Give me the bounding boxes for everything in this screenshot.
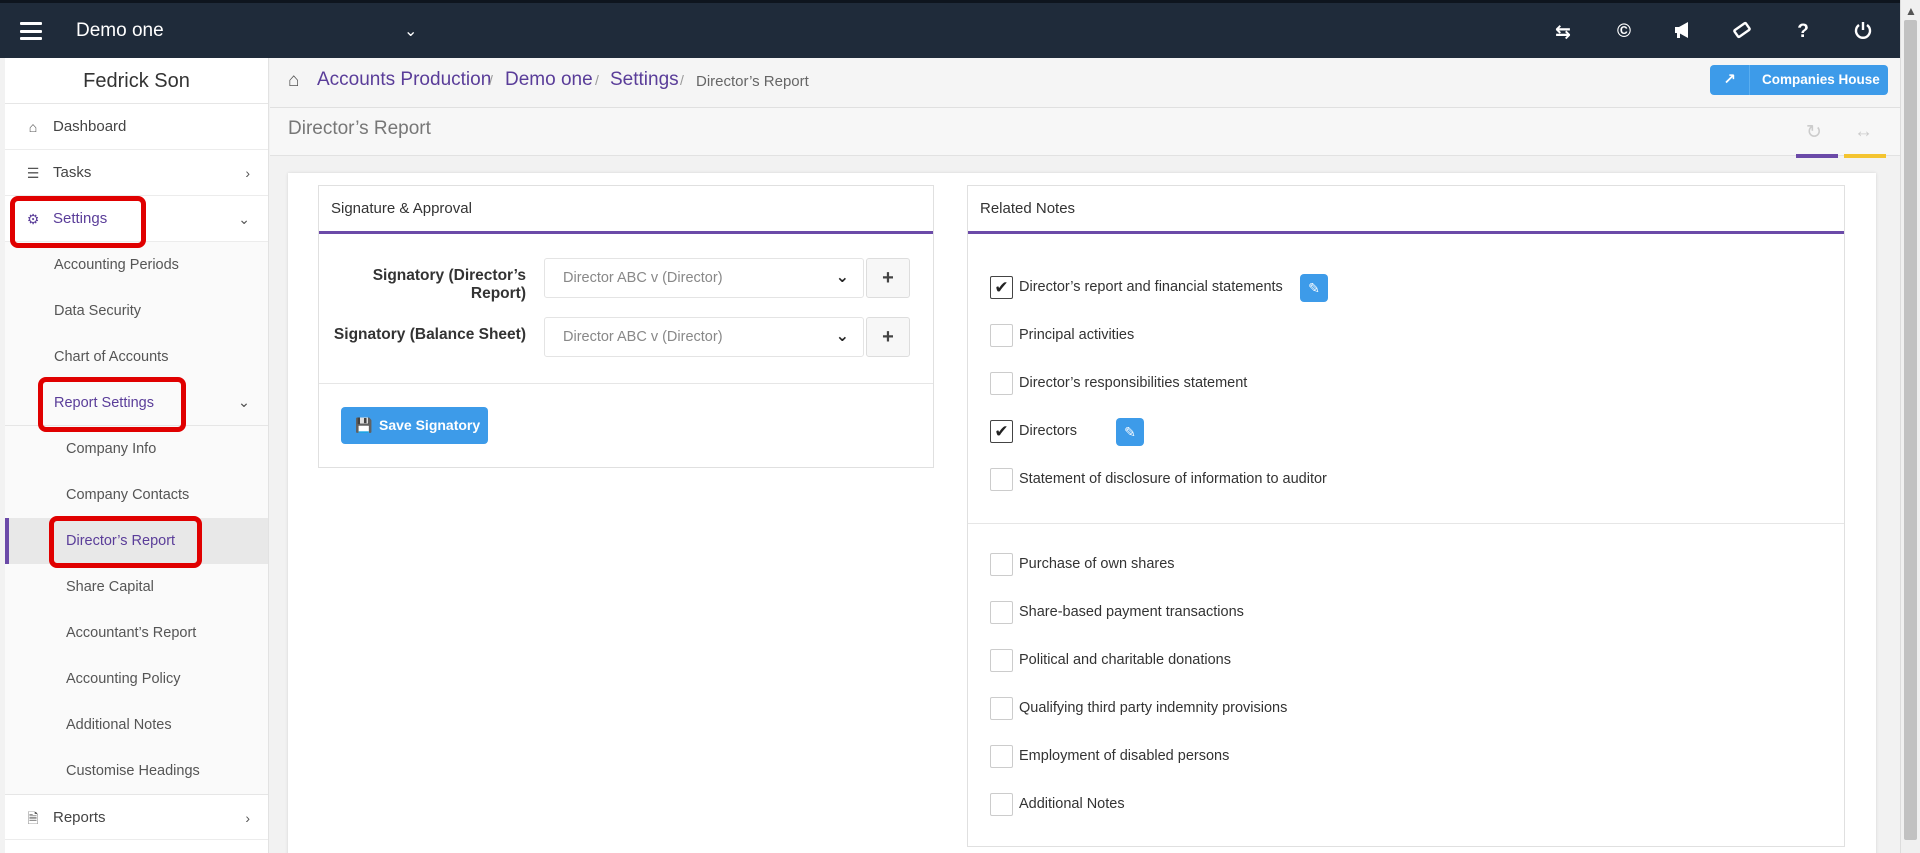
breadcrumb-separator: / <box>489 72 493 88</box>
sidebar-item-reports[interactable]: 🗎 Reports › <box>5 794 268 840</box>
companies-house-button[interactable]: ↗ Companies House <box>1710 65 1888 95</box>
checkbox[interactable] <box>990 553 1013 576</box>
page-title: Director’s Report <box>288 118 431 139</box>
external-link-icon: ↗ <box>1710 65 1750 95</box>
breadcrumb-settings[interactable]: Settings <box>610 69 679 91</box>
tasks-icon: ☰ <box>26 165 40 181</box>
select-value: Director ABC v (Director) <box>563 329 723 345</box>
chevron-right-icon: › <box>245 810 250 826</box>
sidebar-item-label: Settings <box>53 210 108 227</box>
signatory-directors-report-select[interactable]: Director ABC v (Director) ⌄ <box>544 258 864 298</box>
sidebar-item-chart-of-accounts[interactable]: Chart of Accounts <box>5 334 268 380</box>
tab-indicator-purple <box>1796 154 1838 158</box>
sidebar-item-directors-report[interactable]: Director’s Report <box>5 518 268 564</box>
sidebar-item-accounting-policy[interactable]: Accounting Policy <box>5 656 268 702</box>
chevron-down-icon: ⌄ <box>237 395 250 411</box>
checkbox[interactable] <box>990 372 1013 395</box>
transfer-icon[interactable]: ⇆ <box>1550 21 1576 44</box>
page-scrollbar[interactable]: ▲ <box>1900 0 1920 853</box>
sidebar-item-customise-headings[interactable]: Customise Headings <box>5 748 268 794</box>
checkbox[interactable] <box>990 649 1013 672</box>
edit-icon[interactable]: ✎ <box>1300 274 1328 302</box>
breadcrumb: ⌂ Accounts Production / Demo one / Setti… <box>270 58 1900 108</box>
panel-title: Signature & Approval <box>319 186 933 234</box>
chevron-right-icon: › <box>245 165 250 181</box>
sidebar-item-label: Report Settings <box>54 395 154 411</box>
refresh-icon[interactable]: ↻ <box>1806 121 1822 144</box>
sidebar-item-tasks[interactable]: ☰ Tasks › <box>5 150 268 196</box>
select-value: Director ABC v (Director) <box>563 270 723 286</box>
help-icon[interactable]: ? <box>1790 21 1816 43</box>
menu-icon[interactable] <box>20 22 42 40</box>
sidebar-item-share-capital[interactable]: Share Capital <box>5 564 268 610</box>
sidebar-item-label: Dashboard <box>53 118 127 135</box>
checkbox[interactable] <box>990 745 1013 768</box>
breadcrumb-separator: / <box>680 72 684 88</box>
add-signatory-button[interactable]: + <box>866 258 910 298</box>
signatory-directors-report-label: Signatory (Director’s Report) <box>372 267 526 302</box>
megaphone-icon[interactable] <box>1670 21 1696 45</box>
save-icon: 💾 <box>355 417 373 433</box>
sidebar: Fedrick Son ⌂ Dashboard ☰ Tasks › ⚙ Sett… <box>5 58 269 853</box>
scroll-up-icon[interactable]: ▲ <box>1905 4 1917 18</box>
breadcrumb-demo-one[interactable]: Demo one <box>505 69 593 91</box>
document-icon: 🗎 <box>27 810 39 826</box>
sidebar-item-settings[interactable]: ⚙ Settings ⌄ <box>5 196 268 242</box>
copyright-icon[interactable]: © <box>1611 21 1637 43</box>
signatory-balance-sheet-select[interactable]: Director ABC v (Director) ⌄ <box>544 317 864 357</box>
sidebar-item-data-security[interactable]: Data Security <box>5 288 268 334</box>
expand-icon[interactable]: ↔ <box>1854 121 1873 143</box>
signatory-balance-sheet-label: Signatory (Balance Sheet) <box>333 326 526 343</box>
chevron-down-icon: ⌄ <box>835 269 849 286</box>
power-icon[interactable] <box>1850 21 1876 45</box>
add-signatory-button[interactable]: + <box>866 317 910 357</box>
sidebar-item-report-settings[interactable]: Report Settings ⌄ <box>5 380 268 426</box>
breadcrumb-current: Director’s Report <box>696 73 809 90</box>
checkbox[interactable] <box>990 468 1013 491</box>
page-header: Director’s Report ↻ ↔ <box>270 108 1900 158</box>
checkbox[interactable] <box>990 697 1013 720</box>
divider <box>319 383 933 384</box>
sidebar-item-company-contacts[interactable]: Company Contacts <box>5 472 268 518</box>
panel-title: Related Notes <box>968 186 1844 234</box>
sidebar-item-accountants-report[interactable]: Accountant’s Report <box>5 610 268 656</box>
chevron-down-icon: ⌄ <box>238 211 250 227</box>
gear-icon: ⚙ <box>26 211 40 227</box>
sidebar-item-label: Reports <box>53 809 106 826</box>
home-icon: ⌂ <box>28 119 38 135</box>
sidebar-item-accounting-periods[interactable]: Accounting Periods <box>5 242 268 288</box>
company-selector[interactable]: Demo one <box>76 20 164 42</box>
breadcrumb-separator: / <box>595 72 599 88</box>
edit-icon[interactable]: ✎ <box>1116 418 1144 446</box>
top-bar: Demo one ⌄ ⇆ © ? <box>0 0 1900 58</box>
user-name: Fedrick Son <box>5 58 268 104</box>
sidebar-item-company-info[interactable]: Company Info <box>5 426 268 472</box>
sidebar-item-label: Tasks <box>53 164 92 181</box>
sidebar-item-dashboard[interactable]: ⌂ Dashboard <box>5 104 268 150</box>
home-icon[interactable]: ⌂ <box>288 70 299 92</box>
scrollbar-thumb[interactable] <box>1904 20 1917 840</box>
chevron-down-icon: ⌄ <box>835 328 849 345</box>
checkbox[interactable] <box>990 324 1013 347</box>
checkbox[interactable] <box>990 793 1013 816</box>
chevron-down-icon[interactable]: ⌄ <box>404 21 417 41</box>
checkbox[interactable] <box>990 601 1013 624</box>
tab-indicator-yellow <box>1844 154 1886 158</box>
sidebar-item-additional-notes[interactable]: Additional Notes <box>5 702 268 748</box>
settings-submenu: Accounting Periods Data Security Chart o… <box>5 242 268 794</box>
save-signatory-button[interactable]: 💾 Save Signatory <box>341 407 488 444</box>
checkbox[interactable]: ✔ <box>990 276 1013 299</box>
ticket-icon[interactable] <box>1729 21 1755 45</box>
breadcrumb-accounts-production[interactable]: Accounts Production <box>317 69 491 91</box>
checkbox[interactable]: ✔ <box>990 420 1013 443</box>
divider <box>968 523 1844 524</box>
